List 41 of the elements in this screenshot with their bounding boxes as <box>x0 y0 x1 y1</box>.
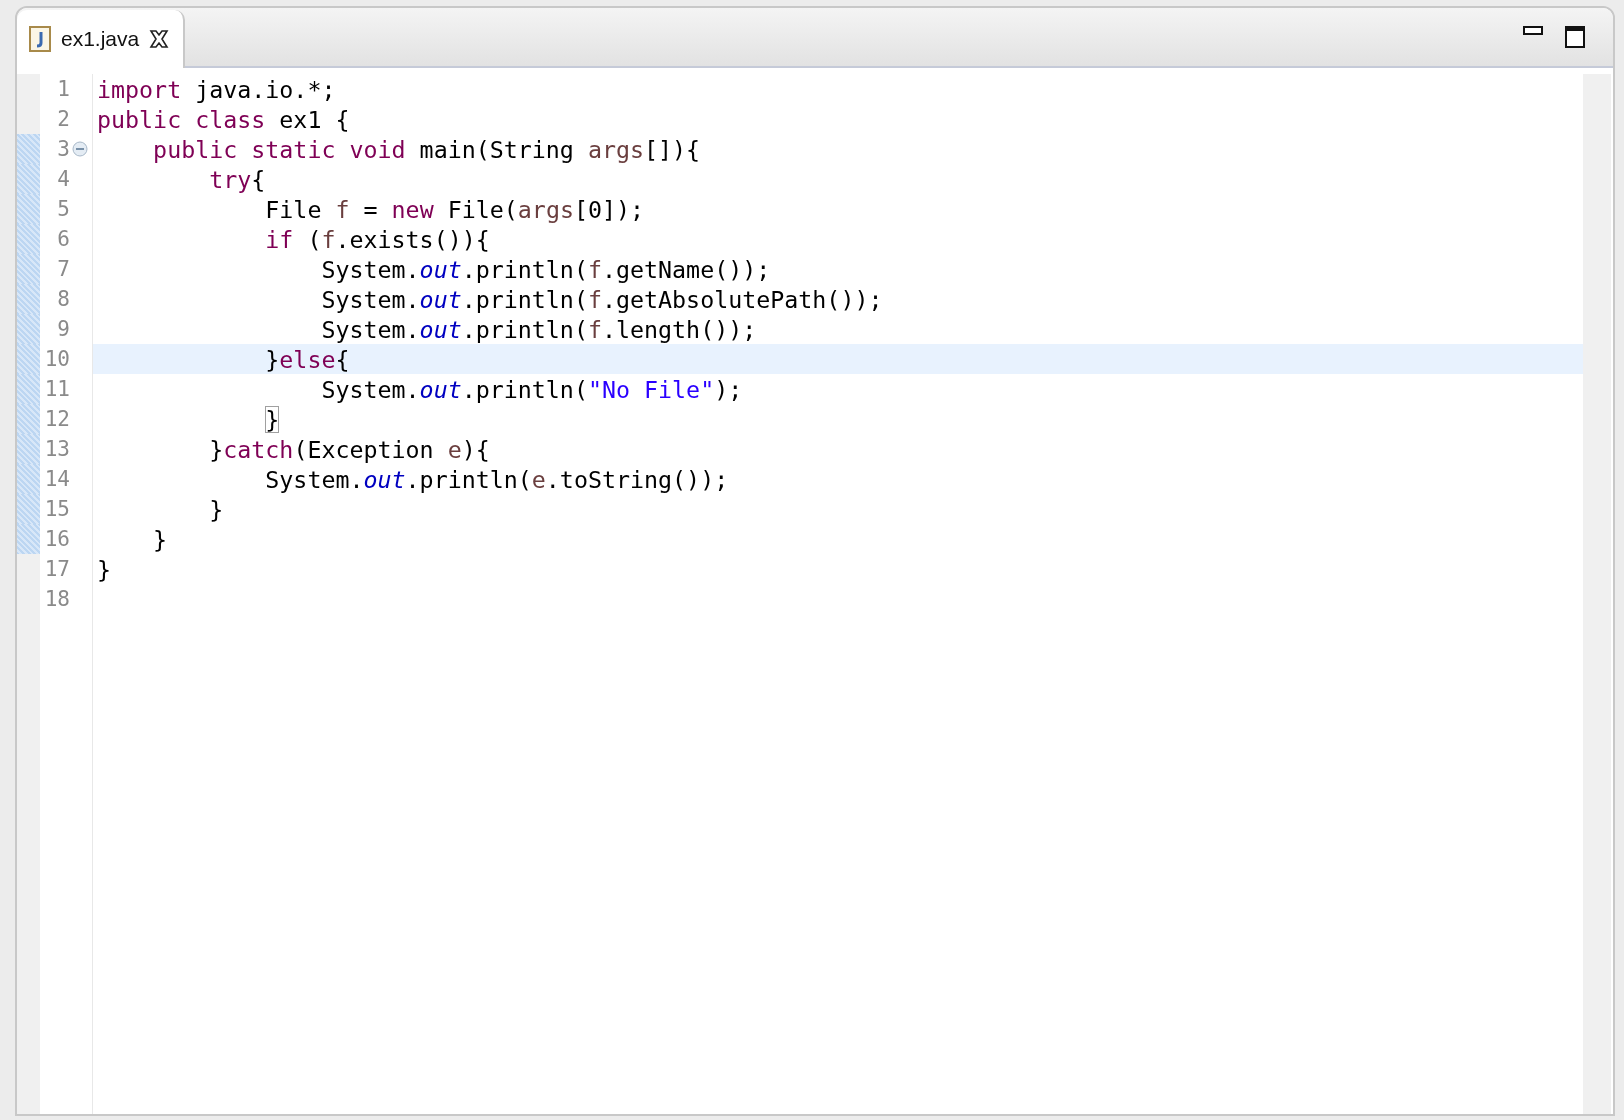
code-line: System.out.println("No File"); <box>320 375 743 403</box>
code-line: import java.io.*; <box>97 75 336 103</box>
line-number: 16 <box>44 527 70 551</box>
minimize-icon[interactable] <box>1523 26 1543 36</box>
code-line: public class ex1 { <box>97 105 350 133</box>
line-number: 7 <box>57 257 70 281</box>
code-line: System.out.println(f.getAbsolutePath()); <box>320 285 883 313</box>
code-line: } <box>97 555 112 583</box>
line-number: 2 <box>57 107 70 131</box>
code-line: } <box>264 405 280 433</box>
line-number: 8 <box>57 287 70 311</box>
code-line: try{ <box>208 165 266 193</box>
code-line: if (f.exists()){ <box>264 225 490 253</box>
java-file-icon <box>29 26 51 52</box>
code-line: System.out.println(e.toString()); <box>264 465 729 493</box>
line-number: 12 <box>44 407 70 431</box>
code-line: System.out.println(f.length()); <box>320 315 757 343</box>
line-number: 15 <box>44 497 70 521</box>
code-line: } <box>152 525 168 553</box>
editor-tab[interactable]: ex1.java <box>17 10 186 68</box>
code-line: File f = new File(args[0]); <box>264 195 645 223</box>
code-line: }else{ <box>264 345 350 373</box>
line-number: 1 <box>57 77 70 101</box>
code-line: } <box>208 495 224 523</box>
code-line: System.out.println(f.getName()); <box>320 255 771 283</box>
maximize-icon[interactable] <box>1565 26 1585 48</box>
line-number: 9 <box>57 317 70 341</box>
line-number: 17 <box>44 557 70 581</box>
line-number: 6 <box>57 227 70 251</box>
line-number: 14 <box>44 467 70 491</box>
line-number: 18 <box>44 587 70 611</box>
code-line: public static void main(String args[]){ <box>152 135 701 163</box>
line-number: 10 <box>44 347 70 371</box>
line-number: 3 <box>57 137 70 161</box>
line-number: 13 <box>44 437 70 461</box>
collapse-icon[interactable] <box>72 141 88 157</box>
close-icon[interactable] <box>149 29 170 49</box>
line-number: 11 <box>44 377 70 401</box>
line-number: 4 <box>57 167 70 191</box>
code-line: }catch(Exception e){ <box>208 435 490 463</box>
line-number: 5 <box>57 197 70 221</box>
